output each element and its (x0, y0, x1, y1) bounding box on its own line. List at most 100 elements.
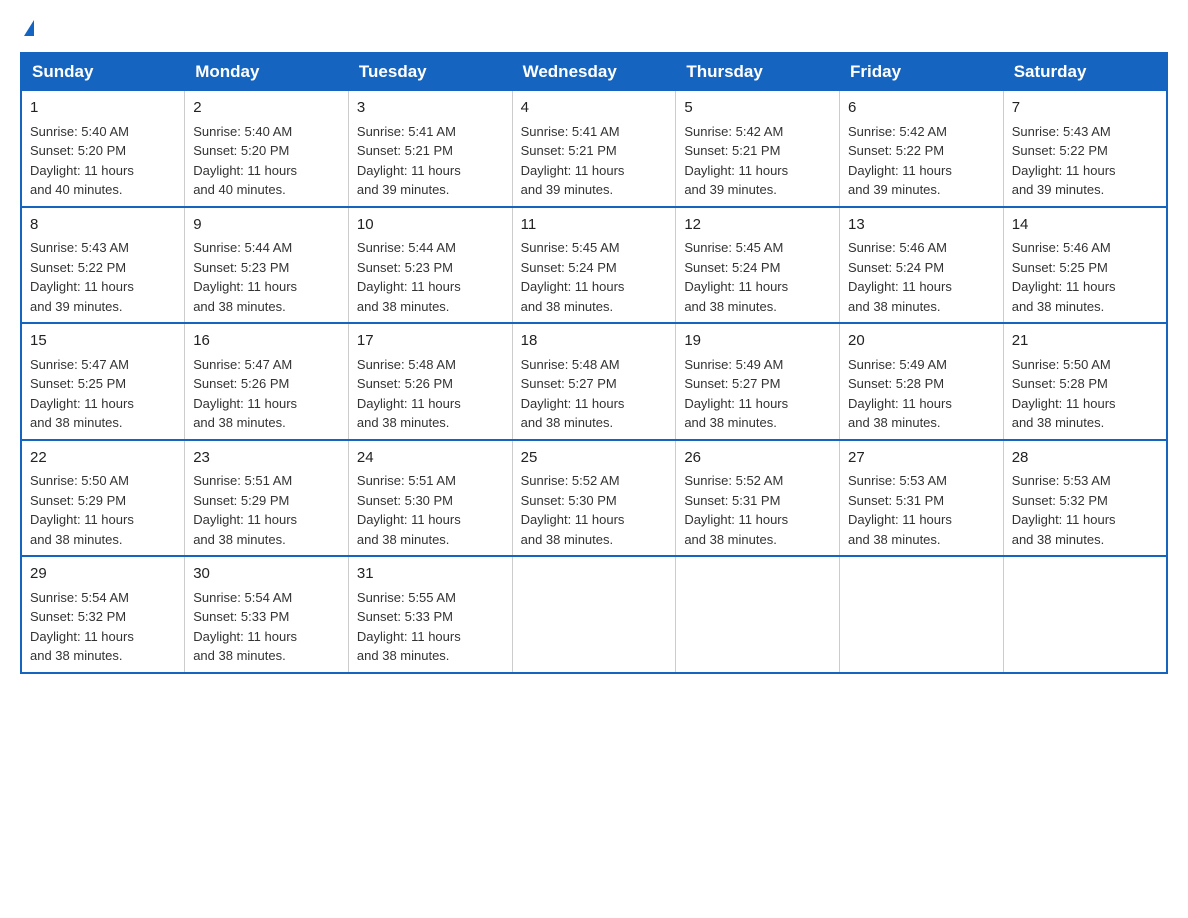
day-info: Sunrise: 5:44 AMSunset: 5:23 PMDaylight:… (357, 240, 461, 314)
day-number: 22 (30, 447, 176, 470)
day-number: 16 (193, 330, 340, 353)
day-number: 3 (357, 97, 504, 120)
day-number: 9 (193, 214, 340, 237)
calendar-cell: 11 Sunrise: 5:45 AMSunset: 5:24 PMDayligh… (512, 207, 676, 324)
days-header-row: SundayMondayTuesdayWednesdayThursdayFrid… (21, 53, 1167, 91)
day-info: Sunrise: 5:48 AMSunset: 5:27 PMDaylight:… (521, 357, 625, 431)
calendar-cell: 12 Sunrise: 5:45 AMSunset: 5:24 PMDayligh… (676, 207, 840, 324)
day-info: Sunrise: 5:43 AMSunset: 5:22 PMDaylight:… (1012, 124, 1116, 198)
calendar-cell: 17 Sunrise: 5:48 AMSunset: 5:26 PMDayligh… (348, 323, 512, 440)
calendar-cell: 7Sunrise: 5:43 AMSunset: 5:22 PMDaylight… (1003, 91, 1167, 207)
day-number: 11 (521, 214, 668, 237)
calendar-cell (840, 556, 1004, 673)
week-row-4: 22 Sunrise: 5:50 AMSunset: 5:29 PMDayligh… (21, 440, 1167, 557)
calendar-cell (1003, 556, 1167, 673)
calendar-cell: 25 Sunrise: 5:52 AMSunset: 5:30 PMDayligh… (512, 440, 676, 557)
calendar-cell: 30 Sunrise: 5:54 AMSunset: 5:33 PMDayligh… (185, 556, 349, 673)
calendar-cell: 1 Sunrise: 5:40 AMSunset: 5:20 PMDaylight… (21, 91, 185, 207)
day-info: Sunrise: 5:45 AMSunset: 5:24 PMDaylight:… (521, 240, 625, 314)
day-info: Sunrise: 5:40 AMSunset: 5:20 PMDaylight:… (193, 124, 297, 198)
day-header-sunday: Sunday (21, 53, 185, 91)
day-number: 17 (357, 330, 504, 353)
week-row-3: 15 Sunrise: 5:47 AMSunset: 5:25 PMDayligh… (21, 323, 1167, 440)
day-info: Sunrise: 5:45 AMSunset: 5:24 PMDaylight:… (684, 240, 788, 314)
calendar-cell: 27 Sunrise: 5:53 AMSunset: 5:31 PMDayligh… (840, 440, 1004, 557)
day-number: 6 (848, 97, 995, 120)
calendar-cell: 9 Sunrise: 5:44 AMSunset: 5:23 PMDaylight… (185, 207, 349, 324)
day-info: Sunrise: 5:41 AMSunset: 5:21 PMDaylight:… (521, 124, 625, 198)
calendar-cell: 13 Sunrise: 5:46 AMSunset: 5:24 PMDayligh… (840, 207, 1004, 324)
day-info: Sunrise: 5:51 AMSunset: 5:30 PMDaylight:… (357, 473, 461, 547)
calendar-cell: 22 Sunrise: 5:50 AMSunset: 5:29 PMDayligh… (21, 440, 185, 557)
day-info: Sunrise: 5:51 AMSunset: 5:29 PMDaylight:… (193, 473, 297, 547)
calendar-cell: 14 Sunrise: 5:46 AMSunset: 5:25 PMDayligh… (1003, 207, 1167, 324)
day-number: 24 (357, 447, 504, 470)
day-header-saturday: Saturday (1003, 53, 1167, 91)
day-info: Sunrise: 5:48 AMSunset: 5:26 PMDaylight:… (357, 357, 461, 431)
calendar-cell: 26 Sunrise: 5:52 AMSunset: 5:31 PMDayligh… (676, 440, 840, 557)
calendar-cell: 29 Sunrise: 5:54 AMSunset: 5:32 PMDayligh… (21, 556, 185, 673)
day-header-tuesday: Tuesday (348, 53, 512, 91)
day-info: Sunrise: 5:53 AMSunset: 5:31 PMDaylight:… (848, 473, 952, 547)
day-info: Sunrise: 5:50 AMSunset: 5:29 PMDaylight:… (30, 473, 134, 547)
calendar-cell: 24 Sunrise: 5:51 AMSunset: 5:30 PMDayligh… (348, 440, 512, 557)
day-info: Sunrise: 5:43 AMSunset: 5:22 PMDaylight:… (30, 240, 134, 314)
day-number: 2 (193, 97, 340, 120)
day-info: Sunrise: 5:42 AMSunset: 5:22 PMDaylight:… (848, 124, 952, 198)
day-info: Sunrise: 5:40 AMSunset: 5:20 PMDaylight:… (30, 124, 134, 198)
day-number: 8 (30, 214, 176, 237)
calendar-cell: 20Sunrise: 5:49 AMSunset: 5:28 PMDayligh… (840, 323, 1004, 440)
day-number: 13 (848, 214, 995, 237)
day-info: Sunrise: 5:49 AMSunset: 5:28 PMDaylight:… (848, 357, 952, 431)
day-header-wednesday: Wednesday (512, 53, 676, 91)
day-header-thursday: Thursday (676, 53, 840, 91)
day-info: Sunrise: 5:42 AMSunset: 5:21 PMDaylight:… (684, 124, 788, 198)
day-number: 21 (1012, 330, 1158, 353)
day-info: Sunrise: 5:55 AMSunset: 5:33 PMDaylight:… (357, 590, 461, 664)
day-header-monday: Monday (185, 53, 349, 91)
day-number: 26 (684, 447, 831, 470)
day-number: 14 (1012, 214, 1158, 237)
week-row-2: 8 Sunrise: 5:43 AMSunset: 5:22 PMDaylight… (21, 207, 1167, 324)
calendar-cell: 5Sunrise: 5:42 AMSunset: 5:21 PMDaylight… (676, 91, 840, 207)
calendar-cell: 6 Sunrise: 5:42 AMSunset: 5:22 PMDaylight… (840, 91, 1004, 207)
day-number: 4 (521, 97, 668, 120)
calendar-cell: 28 Sunrise: 5:53 AMSunset: 5:32 PMDayligh… (1003, 440, 1167, 557)
calendar-cell: 16Sunrise: 5:47 AMSunset: 5:26 PMDayligh… (185, 323, 349, 440)
day-number: 12 (684, 214, 831, 237)
calendar-cell: 21 Sunrise: 5:50 AMSunset: 5:28 PMDayligh… (1003, 323, 1167, 440)
day-number: 1 (30, 97, 176, 120)
calendar-cell: 8 Sunrise: 5:43 AMSunset: 5:22 PMDaylight… (21, 207, 185, 324)
week-row-1: 1 Sunrise: 5:40 AMSunset: 5:20 PMDaylight… (21, 91, 1167, 207)
day-info: Sunrise: 5:53 AMSunset: 5:32 PMDaylight:… (1012, 473, 1116, 547)
week-row-5: 29 Sunrise: 5:54 AMSunset: 5:32 PMDayligh… (21, 556, 1167, 673)
day-info: Sunrise: 5:52 AMSunset: 5:30 PMDaylight:… (521, 473, 625, 547)
logo-triangle-icon (24, 20, 34, 36)
day-number: 15 (30, 330, 176, 353)
calendar-cell: 4 Sunrise: 5:41 AMSunset: 5:21 PMDaylight… (512, 91, 676, 207)
calendar-cell: 10 Sunrise: 5:44 AMSunset: 5:23 PMDayligh… (348, 207, 512, 324)
day-header-friday: Friday (840, 53, 1004, 91)
day-info: Sunrise: 5:54 AMSunset: 5:33 PMDaylight:… (193, 590, 297, 664)
day-info: Sunrise: 5:47 AMSunset: 5:25 PMDaylight:… (30, 357, 134, 431)
day-info: Sunrise: 5:52 AMSunset: 5:31 PMDaylight:… (684, 473, 788, 547)
day-number: 23 (193, 447, 340, 470)
day-number: 25 (521, 447, 668, 470)
day-info: Sunrise: 5:50 AMSunset: 5:28 PMDaylight:… (1012, 357, 1116, 431)
day-info: Sunrise: 5:46 AMSunset: 5:25 PMDaylight:… (1012, 240, 1116, 314)
day-info: Sunrise: 5:44 AMSunset: 5:23 PMDaylight:… (193, 240, 297, 314)
logo (20, 20, 34, 36)
day-info: Sunrise: 5:41 AMSunset: 5:21 PMDaylight:… (357, 124, 461, 198)
header (20, 20, 1168, 36)
day-number: 28 (1012, 447, 1158, 470)
day-number: 30 (193, 563, 340, 586)
day-number: 10 (357, 214, 504, 237)
day-number: 29 (30, 563, 176, 586)
day-info: Sunrise: 5:46 AMSunset: 5:24 PMDaylight:… (848, 240, 952, 314)
day-info: Sunrise: 5:54 AMSunset: 5:32 PMDaylight:… (30, 590, 134, 664)
day-number: 18 (521, 330, 668, 353)
day-number: 27 (848, 447, 995, 470)
calendar-cell: 2 Sunrise: 5:40 AMSunset: 5:20 PMDaylight… (185, 91, 349, 207)
calendar-cell: 18 Sunrise: 5:48 AMSunset: 5:27 PMDayligh… (512, 323, 676, 440)
day-number: 31 (357, 563, 504, 586)
